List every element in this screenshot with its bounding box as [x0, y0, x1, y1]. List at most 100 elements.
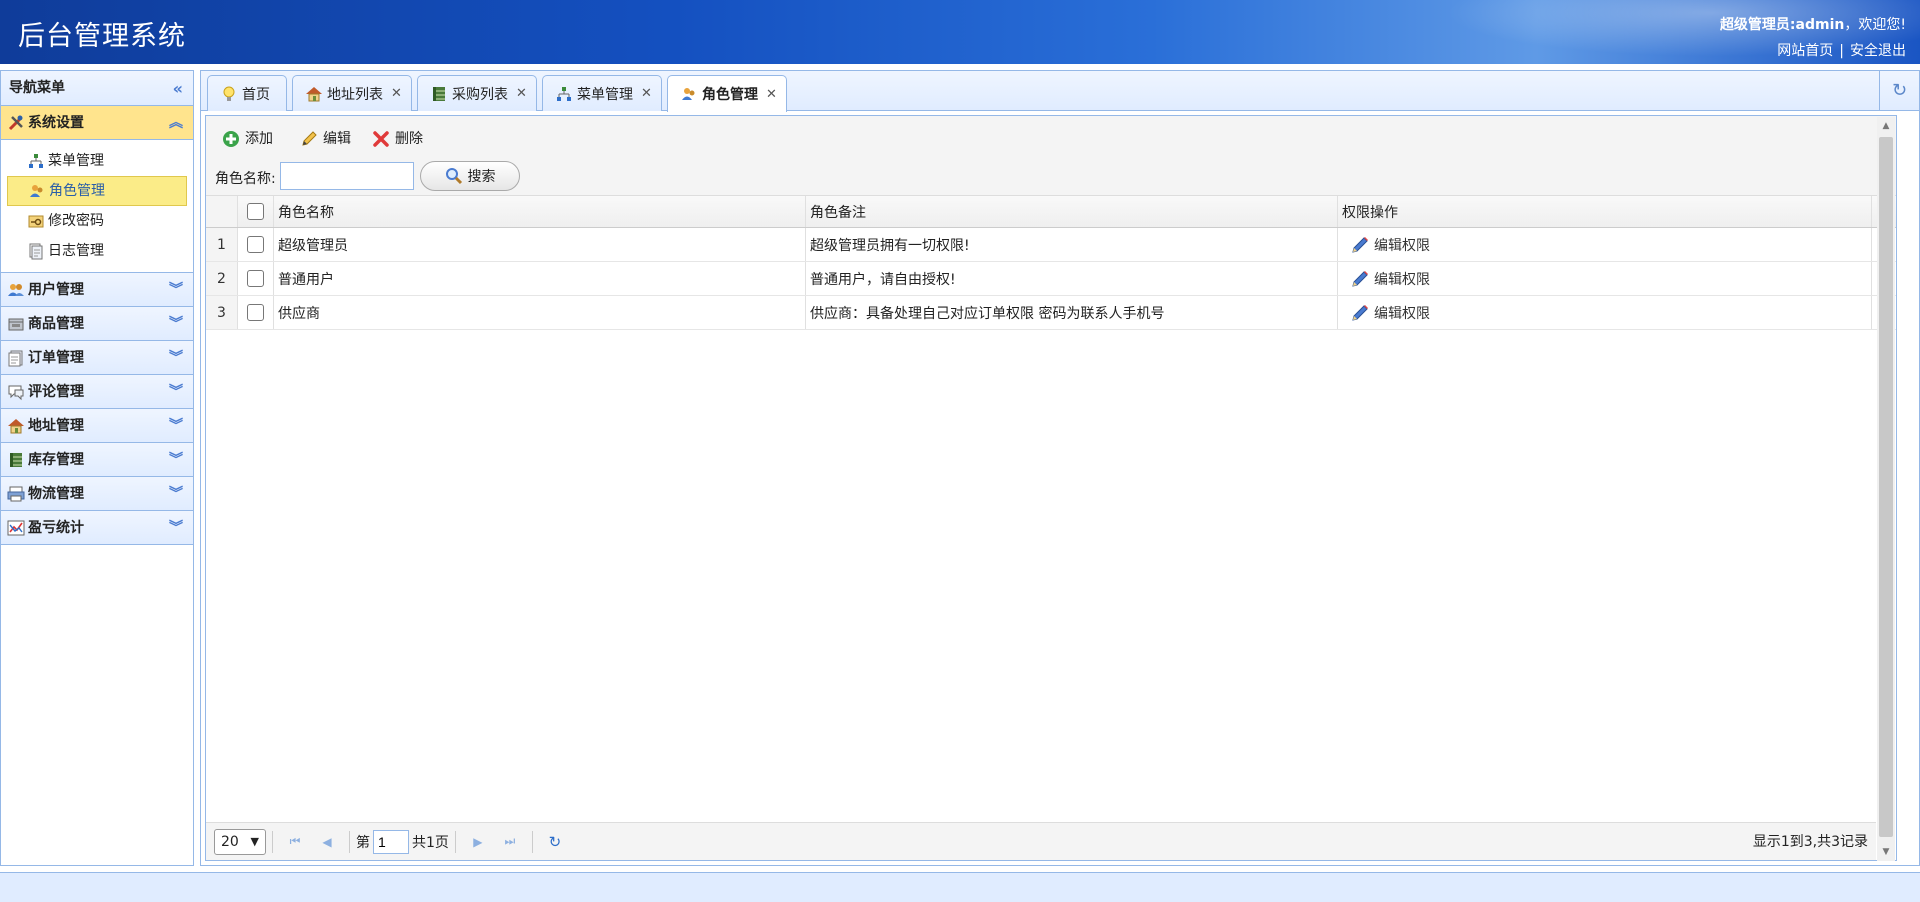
sidebar-group-items: 菜单管理 角色管理 修改密码 日志管理 — [1, 140, 193, 273]
table-row[interactable]: 2 普通用户 普通用户，请自由授权! 编辑权限 — [206, 262, 1896, 296]
pager-info: 显示1到3,共3记录 — [1752, 834, 1868, 850]
close-icon[interactable]: ✕ — [391, 86, 402, 101]
chevron-down-icon[interactable]: ︾ — [169, 273, 183, 307]
sidebar-item-log-manage[interactable]: 日志管理 — [7, 236, 187, 266]
table-row[interactable]: 3 供应商 供应商：具备处理自己对应订单权限 密码为联系人手机号 编辑权限 — [206, 296, 1896, 330]
edit-permission-link[interactable]: 编辑权限 — [1350, 269, 1430, 289]
search-label: 角色名称: — [215, 171, 276, 187]
tab-address-list[interactable]: 地址列表 ✕ — [292, 75, 412, 111]
pagination-bar: 20 ▼ ⏮ ◀ 第 共1页 ▶ ⏭ ↻ 显示1到3,共3记录 — [206, 822, 1876, 860]
sidebar-group-user-manage[interactable]: 用户管理 ︾ — [1, 273, 193, 307]
pager-divider — [454, 830, 456, 853]
sidebar-group-address-manage[interactable]: 地址管理 ︾ — [1, 409, 193, 443]
edit-permission-label: 编辑权限 — [1374, 271, 1430, 288]
collapse-sidebar-icon[interactable]: « — [173, 71, 183, 106]
row-checkbox-cell — [238, 296, 274, 329]
refresh-tabs-icon[interactable]: ↻ — [1879, 71, 1919, 110]
pager-divider — [349, 830, 350, 853]
stock-icon — [433, 86, 445, 101]
sidebar-item-role-manage[interactable]: 角色管理 — [7, 176, 187, 206]
goods-icon — [8, 318, 24, 330]
sidebar-group-label: 盈亏统计 — [28, 519, 84, 536]
close-icon[interactable]: ✕ — [766, 87, 777, 102]
search-button[interactable]: 搜索 — [420, 161, 520, 191]
role-note-cell: 超级管理员拥有一切权限! — [806, 228, 1338, 261]
content-panel: 添加 编辑 删除 角色名称: 搜索 角色名称 角色备注 权限操作 1 超级管理员… — [205, 115, 1897, 861]
sidebar-group-comment-manage[interactable]: 评论管理 ︾ — [1, 375, 193, 409]
chevron-down-icon[interactable]: ︾ — [169, 375, 183, 409]
column-header[interactable]: 角色名称 — [274, 196, 806, 227]
chevron-down-icon[interactable]: ︾ — [169, 443, 183, 477]
add-button-label: 添加 — [245, 131, 273, 147]
users-role-icon — [682, 88, 695, 100]
page-size-select[interactable]: 20 ▼ — [214, 828, 266, 855]
column-header[interactable]: 权限操作 — [1338, 196, 1872, 227]
sidebar-group-stock-manage[interactable]: 库存管理 ︾ — [1, 443, 193, 477]
tab-menu-manage[interactable]: 菜单管理 ✕ — [542, 75, 662, 111]
sidebar-group-system-settings[interactable]: 系统设置 ︽ — [1, 106, 193, 140]
sidebar-item-change-password[interactable]: 修改密码 — [7, 206, 187, 236]
row-checkbox[interactable] — [247, 304, 264, 321]
next-page-icon[interactable]: ▶ — [468, 832, 488, 852]
chevron-down-icon[interactable]: ︾ — [169, 477, 183, 511]
sidebar-group-logistics-manage[interactable]: 物流管理 ︾ — [1, 477, 193, 511]
edit-button-label: 编辑 — [323, 131, 351, 147]
tab-label: 地址列表 — [327, 86, 383, 103]
link-separator: | — [1839, 43, 1844, 59]
chart-icon — [7, 520, 25, 535]
sidebar-group-profit-stats[interactable]: 盈亏统计 ︾ — [1, 511, 193, 545]
edit-button[interactable]: 编辑 — [300, 126, 351, 152]
tabs-bar: 首页 地址列表 ✕ 采购列表 ✕ 菜单管理 ✕ 角色管理 ✕ ↻ — [201, 71, 1919, 112]
sidebar-group-label: 系统设置 — [28, 114, 84, 131]
reload-icon[interactable]: ↻ — [545, 832, 565, 852]
edit-permission-label: 编辑权限 — [1374, 237, 1430, 254]
last-page-icon[interactable]: ⏭ — [500, 832, 520, 852]
sidebar-group-label: 物流管理 — [28, 485, 84, 502]
first-page-icon[interactable]: ⏮ — [285, 832, 305, 852]
sidebar-group-label: 商品管理 — [28, 315, 84, 332]
sidebar-group-order-manage[interactable]: 订单管理 ︾ — [1, 341, 193, 375]
table-row[interactable]: 1 超级管理员 超级管理员拥有一切权限! 编辑权限 — [206, 228, 1896, 262]
users-role-icon — [30, 185, 43, 197]
row-checkbox[interactable] — [247, 236, 264, 253]
sidebar-group-goods-manage[interactable]: 商品管理 ︾ — [1, 307, 193, 341]
edit-permission-link[interactable]: 编辑权限 — [1350, 303, 1430, 323]
chevron-down-icon[interactable]: ︾ — [169, 307, 183, 341]
nav-title-label: 导航菜单 — [9, 80, 65, 96]
scroll-down-icon[interactable]: ▼ — [1877, 843, 1895, 861]
role-op-cell: 编辑权限 — [1338, 262, 1872, 295]
chevron-down-icon[interactable]: ︾ — [169, 341, 183, 375]
chevron-down-icon[interactable]: ︾ — [169, 511, 183, 545]
delete-button[interactable]: 删除 — [372, 126, 423, 152]
tab-purchase-list[interactable]: 采购列表 ✕ — [417, 75, 537, 111]
role-op-cell: 编辑权限 — [1338, 296, 1872, 329]
row-checkbox[interactable] — [247, 270, 264, 287]
site-home-link[interactable]: 网站首页 — [1777, 43, 1833, 59]
column-header[interactable]: 角色备注 — [806, 196, 1338, 227]
chevron-down-icon[interactable]: ︾ — [169, 409, 183, 443]
password-icon — [28, 215, 44, 228]
edit-permission-link[interactable]: 编辑权限 — [1350, 235, 1430, 255]
role-name-search-input[interactable] — [280, 162, 414, 190]
scroll-up-icon[interactable]: ▲ — [1877, 117, 1895, 135]
tab-role-manage[interactable]: 角色管理 ✕ — [667, 75, 787, 112]
add-button[interactable]: 添加 — [222, 126, 273, 152]
log-icon — [29, 243, 43, 260]
row-number: 2 — [206, 262, 238, 295]
search-icon — [445, 168, 462, 185]
logout-link[interactable]: 安全退出 — [1850, 43, 1906, 59]
current-page-input[interactable] — [373, 829, 409, 854]
tab-home[interactable]: 首页 — [207, 75, 287, 111]
tab-label: 采购列表 — [452, 86, 508, 103]
pencil-icon — [1352, 270, 1368, 287]
close-icon[interactable]: ✕ — [516, 86, 527, 101]
select-all-checkbox[interactable] — [247, 203, 264, 220]
toolbar: 添加 编辑 删除 角色名称: 搜索 — [206, 116, 1896, 196]
vertical-scrollbar[interactable]: ▲ ▼ — [1877, 117, 1895, 861]
scrollbar-thumb[interactable] — [1879, 137, 1893, 837]
prev-page-icon[interactable]: ◀ — [317, 832, 337, 852]
close-icon[interactable]: ✕ — [641, 86, 652, 101]
sidebar-item-menu-manage[interactable]: 菜单管理 — [7, 146, 187, 176]
chevron-up-icon[interactable]: ︽ — [169, 106, 183, 140]
welcome-text: 超级管理员:admin，欢迎您! — [1720, 12, 1906, 38]
